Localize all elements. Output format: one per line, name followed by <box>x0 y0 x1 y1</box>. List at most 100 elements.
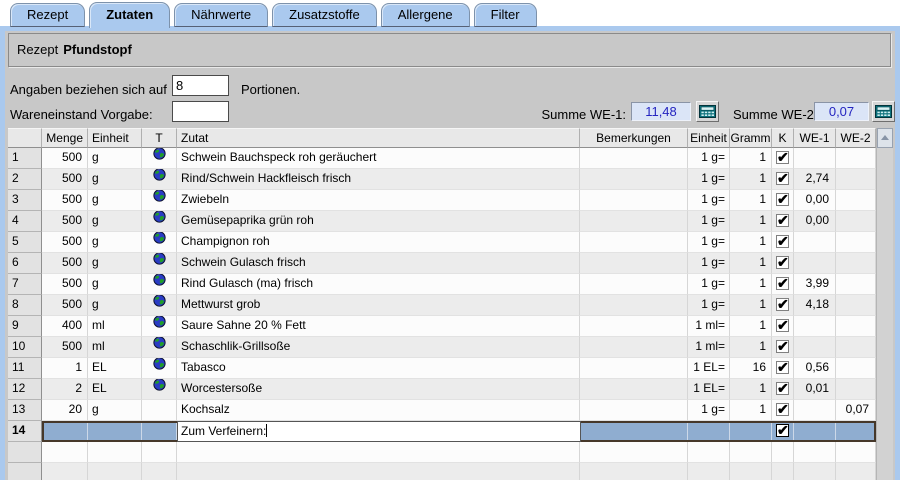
cell-we1[interactable] <box>794 316 836 337</box>
cell-einheit-conversion[interactable]: 1 EL= <box>688 379 730 400</box>
cell-k[interactable]: ✔ <box>772 379 794 400</box>
cell-menge[interactable]: 1 <box>42 358 88 379</box>
cell-einheit-conversion[interactable]: 1 EL= <box>688 358 730 379</box>
cell-k[interactable]: ✔ <box>772 337 794 358</box>
cell-k[interactable] <box>772 463 794 480</box>
cell-bemerkungen[interactable] <box>580 442 688 463</box>
cell-bemerkungen[interactable] <box>580 232 688 253</box>
cell-bemerkungen[interactable] <box>580 253 688 274</box>
cell-einheit[interactable]: g <box>88 400 142 421</box>
cell-k[interactable]: ✔ <box>772 169 794 190</box>
cell-we2[interactable] <box>836 421 876 442</box>
cell-gramm[interactable]: 1 <box>730 148 772 169</box>
cell-we2[interactable] <box>836 337 876 358</box>
cell-k[interactable]: ✔ <box>772 148 794 169</box>
k-checkbox[interactable]: ✔ <box>776 193 789 206</box>
table-row[interactable] <box>8 442 876 463</box>
cell-zutat[interactable]: Worcestersoße <box>177 379 580 400</box>
cell-we2[interactable] <box>836 169 876 190</box>
cell-menge[interactable]: 500 <box>42 232 88 253</box>
k-checkbox[interactable]: ✔ <box>776 340 789 353</box>
table-row[interactable]: 4 500 g Gemüsepaprika grün roh 1 g= 1 ✔ … <box>8 211 876 232</box>
table-row[interactable]: 3 500 g Zwiebeln 1 g= 1 ✔ 0,00 <box>8 190 876 211</box>
calculator-button-we2[interactable] <box>872 101 895 122</box>
cell-einheit[interactable]: g <box>88 253 142 274</box>
cell-we2[interactable] <box>836 463 876 480</box>
table-row[interactable]: 6 500 g Schwein Gulasch frisch 1 g= 1 ✔ <box>8 253 876 274</box>
table-row[interactable]: 13 20 g Kochsalz 1 g= 1 ✔ 0,07 <box>8 400 876 421</box>
table-row[interactable]: 14 ✔ Zum Verfeinern: <box>8 421 876 442</box>
cell-gramm[interactable]: 1 <box>730 295 772 316</box>
cell-t[interactable] <box>142 358 177 379</box>
cell-menge[interactable]: 500 <box>42 253 88 274</box>
cell-zutat[interactable]: Saure Sahne 20 % Fett <box>177 316 580 337</box>
table-row[interactable]: 12 2 EL Worcestersoße 1 EL= 1 ✔ 0,01 <box>8 379 876 400</box>
cell-einheit-conversion[interactable]: 1 ml= <box>688 337 730 358</box>
cell-t[interactable] <box>142 148 177 169</box>
cell-we2[interactable] <box>836 148 876 169</box>
cell-bemerkungen[interactable] <box>580 148 688 169</box>
cell-bemerkungen[interactable] <box>580 421 688 442</box>
cell-k[interactable]: ✔ <box>772 253 794 274</box>
cell-zutat[interactable]: Kochsalz <box>177 400 580 421</box>
row-number-cell[interactable]: 7 <box>8 274 42 295</box>
cell-we1[interactable]: 3,99 <box>794 274 836 295</box>
cell-t[interactable] <box>142 253 177 274</box>
tab-zusatzstoffe[interactable]: Zusatzstoffe <box>272 3 377 27</box>
cell-we1[interactable]: 0,00 <box>794 190 836 211</box>
cell-zutat[interactable] <box>177 442 580 463</box>
k-checkbox[interactable]: ✔ <box>776 277 789 290</box>
cell-einheit-conversion[interactable]: 1 g= <box>688 253 730 274</box>
cell-einheit-conversion[interactable]: 1 ml= <box>688 316 730 337</box>
cell-zutat[interactable]: Zwiebeln <box>177 190 580 211</box>
table-row[interactable]: 2 500 g Rind/Schwein Hackfleisch frisch … <box>8 169 876 190</box>
cell-einheit-conversion[interactable]: 1 g= <box>688 295 730 316</box>
cell-gramm[interactable]: 1 <box>730 337 772 358</box>
k-checkbox[interactable]: ✔ <box>776 214 789 227</box>
row-number-cell[interactable]: 12 <box>8 379 42 400</box>
cell-bemerkungen[interactable] <box>580 169 688 190</box>
cell-gramm[interactable]: 1 <box>730 379 772 400</box>
cell-zutat[interactable]: Rind Gulasch (ma) frisch <box>177 274 580 295</box>
k-checkbox[interactable]: ✔ <box>776 298 789 311</box>
cell-einheit-conversion[interactable]: 1 g= <box>688 274 730 295</box>
cell-we2[interactable] <box>836 442 876 463</box>
cell-gramm[interactable]: 1 <box>730 274 772 295</box>
cell-einheit-conversion[interactable] <box>688 421 730 442</box>
cell-einheit[interactable]: g <box>88 211 142 232</box>
cell-we1[interactable] <box>794 463 836 480</box>
cell-t[interactable] <box>142 190 177 211</box>
table-row[interactable]: 10 500 ml Schaschlik-Grillsoße 1 ml= 1 ✔ <box>8 337 876 358</box>
cell-gramm[interactable] <box>730 463 772 480</box>
portions-input[interactable] <box>172 75 229 96</box>
cell-einheit-conversion[interactable] <box>688 463 730 480</box>
cell-bemerkungen[interactable] <box>580 190 688 211</box>
cell-t[interactable] <box>142 295 177 316</box>
k-checkbox[interactable]: ✔ <box>776 424 789 437</box>
cell-bemerkungen[interactable] <box>580 358 688 379</box>
tab-n-hrwerte[interactable]: Nährwerte <box>174 3 268 27</box>
row-number-cell[interactable]: 6 <box>8 253 42 274</box>
cell-menge[interactable]: 500 <box>42 148 88 169</box>
cell-gramm[interactable] <box>730 421 772 442</box>
k-checkbox[interactable]: ✔ <box>776 319 789 332</box>
table-row[interactable]: 11 1 EL Tabasco 1 EL= 16 ✔ 0,56 <box>8 358 876 379</box>
row-number-cell[interactable]: 13 <box>8 400 42 421</box>
cell-we2[interactable] <box>836 379 876 400</box>
row-number-cell[interactable]: 2 <box>8 169 42 190</box>
cell-bemerkungen[interactable] <box>580 400 688 421</box>
tab-rezept[interactable]: Rezept <box>10 3 85 27</box>
row-number-cell[interactable]: 5 <box>8 232 42 253</box>
cell-t[interactable] <box>142 316 177 337</box>
cell-menge[interactable] <box>42 442 88 463</box>
cell-we1[interactable] <box>794 400 836 421</box>
row-number-cell[interactable]: 10 <box>8 337 42 358</box>
k-checkbox[interactable]: ✔ <box>776 361 789 374</box>
row-number-cell[interactable]: 4 <box>8 211 42 232</box>
cell-k[interactable]: ✔ <box>772 232 794 253</box>
tab-zutaten[interactable]: Zutaten <box>89 2 170 28</box>
table-row[interactable]: 1 500 g Schwein Bauchspeck roh geräucher… <box>8 148 876 169</box>
cell-gramm[interactable]: 1 <box>730 316 772 337</box>
cell-gramm[interactable]: 1 <box>730 190 772 211</box>
cell-menge[interactable]: 500 <box>42 169 88 190</box>
